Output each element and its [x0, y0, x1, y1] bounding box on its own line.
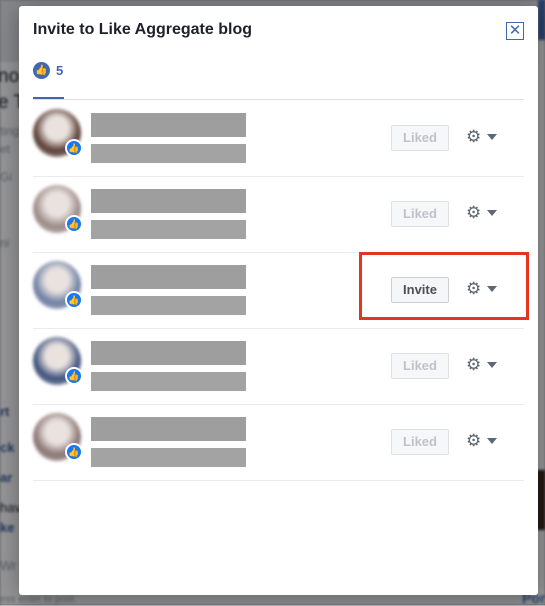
redacted-name: [91, 341, 246, 365]
list-item: 👍 Liked ⚙: [33, 100, 524, 177]
liked-button: Liked: [391, 353, 449, 379]
redacted-name: [91, 113, 246, 137]
liked-button: Liked: [391, 125, 449, 151]
redacted-subtitle: [91, 144, 246, 163]
tab-likes[interactable]: 👍 5: [33, 62, 63, 79]
redacted-name: [91, 417, 246, 441]
settings-menu-button[interactable]: ⚙: [466, 355, 498, 375]
tab-likes-count: 5: [56, 63, 64, 78]
redacted-name: [91, 265, 246, 289]
settings-menu-button[interactable]: ⚙: [466, 203, 498, 223]
like-badge-icon: 👍: [65, 139, 83, 157]
redacted-subtitle: [91, 372, 246, 391]
gear-icon: ⚙: [466, 431, 482, 450]
liked-button: Liked: [391, 429, 449, 455]
like-badge-icon: 👍: [65, 291, 83, 309]
like-badge-icon: 👍: [65, 215, 83, 233]
chevron-down-icon: [487, 438, 498, 444]
redacted-subtitle: [91, 220, 246, 239]
close-icon[interactable]: ✕: [506, 22, 524, 40]
gear-icon: ⚙: [466, 203, 482, 222]
list-item: 👍 Liked ⚙: [33, 328, 524, 405]
settings-menu-button[interactable]: ⚙: [466, 127, 498, 147]
like-badge-icon: 👍: [65, 367, 83, 385]
like-thumb-icon: 👍: [33, 62, 50, 79]
invite-dialog: Invite to Like Aggregate blog ✕ 👍 5 👍 Lik…: [19, 6, 538, 595]
redacted-subtitle: [91, 296, 246, 315]
chevron-down-icon: [487, 134, 498, 140]
liked-button: Liked: [391, 201, 449, 227]
chevron-down-icon: [487, 362, 498, 368]
dialog-title: Invite to Like Aggregate blog: [33, 21, 252, 38]
redacted-name: [91, 189, 246, 213]
redacted-subtitle: [91, 448, 246, 467]
chevron-down-icon: [487, 210, 498, 216]
gear-icon: ⚙: [466, 127, 482, 146]
highlight-annotation: [359, 252, 529, 320]
list-item: 👍 Liked ⚙: [33, 404, 524, 481]
list-item: 👍 Liked ⚙: [33, 176, 524, 253]
settings-menu-button[interactable]: ⚙: [466, 431, 498, 451]
gear-icon: ⚙: [466, 355, 482, 374]
like-badge-icon: 👍: [65, 443, 83, 461]
